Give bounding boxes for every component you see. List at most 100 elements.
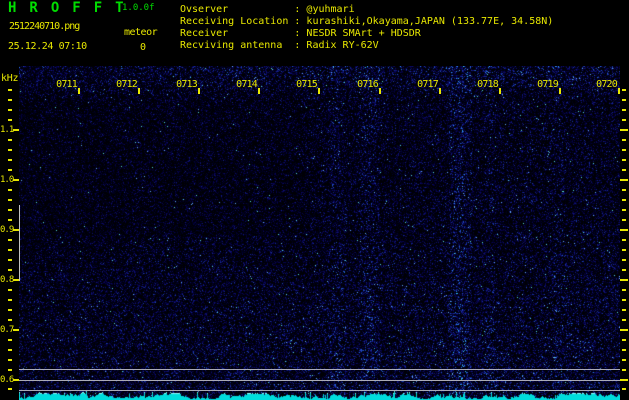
info-line: Receiver : NESDR SMArt + HDSDR xyxy=(180,28,421,39)
observation-datetime: 25.12.24 07:10 xyxy=(8,41,87,52)
counting-band-line xyxy=(19,369,620,370)
freq-minor-tick xyxy=(8,388,12,391)
app-title: HROFFT xyxy=(8,0,137,16)
freq-minor-tick xyxy=(8,238,12,241)
freq-minor-tick xyxy=(8,338,12,341)
freq-major-tick xyxy=(620,129,628,131)
freq-minor-tick xyxy=(622,258,626,261)
freq-minor-tick xyxy=(8,298,12,301)
time-tick-label: 0717 xyxy=(417,79,439,90)
freq-minor-tick xyxy=(622,298,626,301)
freq-major-tick xyxy=(620,328,628,331)
time-tick-label: 0714 xyxy=(236,79,258,90)
frequency-unit-label: kHz xyxy=(1,73,19,84)
frequency-band-marker xyxy=(19,205,20,281)
info-line: Ovserver : @yuhmari xyxy=(180,4,355,15)
freq-minor-tick xyxy=(622,99,626,102)
counting-band-line xyxy=(19,379,620,381)
freq-tick-label: 0.9 xyxy=(0,224,14,235)
freq-minor-tick xyxy=(8,208,12,211)
freq-minor-tick xyxy=(622,188,626,191)
freq-minor-tick xyxy=(622,198,626,201)
freq-minor-tick xyxy=(8,308,12,311)
freq-minor-tick xyxy=(8,99,12,102)
freq-minor-tick xyxy=(622,268,626,271)
time-tick-label: 0711 xyxy=(56,79,78,90)
time-tick-label: 0712 xyxy=(116,79,138,90)
freq-minor-tick xyxy=(622,89,626,92)
freq-minor-tick xyxy=(622,338,626,341)
freq-minor-tick xyxy=(622,288,626,291)
freq-minor-tick xyxy=(622,238,626,241)
spectrogram-canvas xyxy=(19,66,620,400)
time-tick-label: 0716 xyxy=(357,79,379,90)
freq-minor-tick xyxy=(8,288,12,291)
time-tick-label: 0715 xyxy=(296,79,318,90)
freq-tick-label: 0.8 xyxy=(0,274,14,285)
freq-minor-tick xyxy=(622,388,626,391)
freq-major-tick xyxy=(620,278,628,281)
output-filename: 2512240710.png xyxy=(9,21,80,32)
observer-info-block: Ovserver : @yuhmari Receiving Location : … xyxy=(180,4,553,52)
time-tick xyxy=(379,88,381,94)
app-version: 1.0.0f xyxy=(122,3,155,13)
freq-tick-label: 1.1 xyxy=(0,125,14,135)
time-tick xyxy=(499,88,501,94)
info-line: Receiving Location : kurashiki,Okayama,J… xyxy=(180,16,554,27)
freq-minor-tick xyxy=(8,119,12,122)
time-tick-label: 0719 xyxy=(537,79,559,90)
freq-minor-tick xyxy=(622,158,626,161)
freq-minor-tick xyxy=(8,358,12,361)
time-tick xyxy=(198,88,200,94)
freq-major-tick xyxy=(620,178,628,181)
freq-minor-tick xyxy=(622,218,626,221)
freq-minor-tick xyxy=(8,258,12,261)
freq-major-tick xyxy=(13,178,19,181)
freq-minor-tick xyxy=(622,308,626,311)
time-tick-label: 0720 xyxy=(596,79,618,90)
freq-minor-tick xyxy=(8,248,12,251)
freq-minor-tick xyxy=(622,208,626,211)
freq-minor-tick xyxy=(622,318,626,321)
freq-major-tick xyxy=(13,328,19,331)
counting-band-line xyxy=(19,390,620,391)
freq-minor-tick xyxy=(8,109,12,112)
freq-minor-tick xyxy=(8,138,12,141)
time-tick xyxy=(559,88,561,94)
freq-minor-tick xyxy=(622,348,626,351)
time-tick xyxy=(78,88,80,94)
freq-minor-tick xyxy=(8,318,12,321)
freq-minor-tick xyxy=(8,348,12,351)
freq-minor-tick xyxy=(8,368,12,371)
freq-tick-label: 1.0 xyxy=(0,174,14,185)
freq-minor-tick xyxy=(8,158,12,161)
freq-major-tick xyxy=(620,228,628,231)
freq-minor-tick xyxy=(622,358,626,361)
freq-major-tick xyxy=(13,129,19,131)
hrofft-screen: HROFFT 1.0.0f 2512240710.png meteor 25.1… xyxy=(0,0,629,400)
time-tick-label: 0718 xyxy=(477,79,499,90)
freq-minor-tick xyxy=(622,119,626,122)
time-tick xyxy=(318,88,320,94)
freq-tick-label: 0.6 xyxy=(0,374,14,385)
time-tick xyxy=(439,88,441,94)
freq-minor-tick xyxy=(622,138,626,141)
freq-minor-tick xyxy=(622,168,626,171)
freq-major-tick xyxy=(620,378,628,381)
freq-minor-tick xyxy=(8,89,12,92)
freq-tick-label: 0.7 xyxy=(0,324,14,335)
time-tick xyxy=(138,88,140,94)
freq-minor-tick xyxy=(8,148,12,151)
freq-minor-tick xyxy=(8,188,12,191)
meteor-count-value: 0 xyxy=(140,42,147,53)
freq-minor-tick xyxy=(622,109,626,112)
freq-minor-tick xyxy=(8,168,12,171)
time-tick xyxy=(258,88,260,94)
freq-minor-tick xyxy=(8,268,12,271)
time-tick xyxy=(618,88,620,94)
freq-minor-tick xyxy=(622,368,626,371)
freq-minor-tick xyxy=(622,248,626,251)
freq-minor-tick xyxy=(8,198,12,201)
time-tick-label: 0713 xyxy=(176,79,198,90)
freq-minor-tick xyxy=(8,218,12,221)
